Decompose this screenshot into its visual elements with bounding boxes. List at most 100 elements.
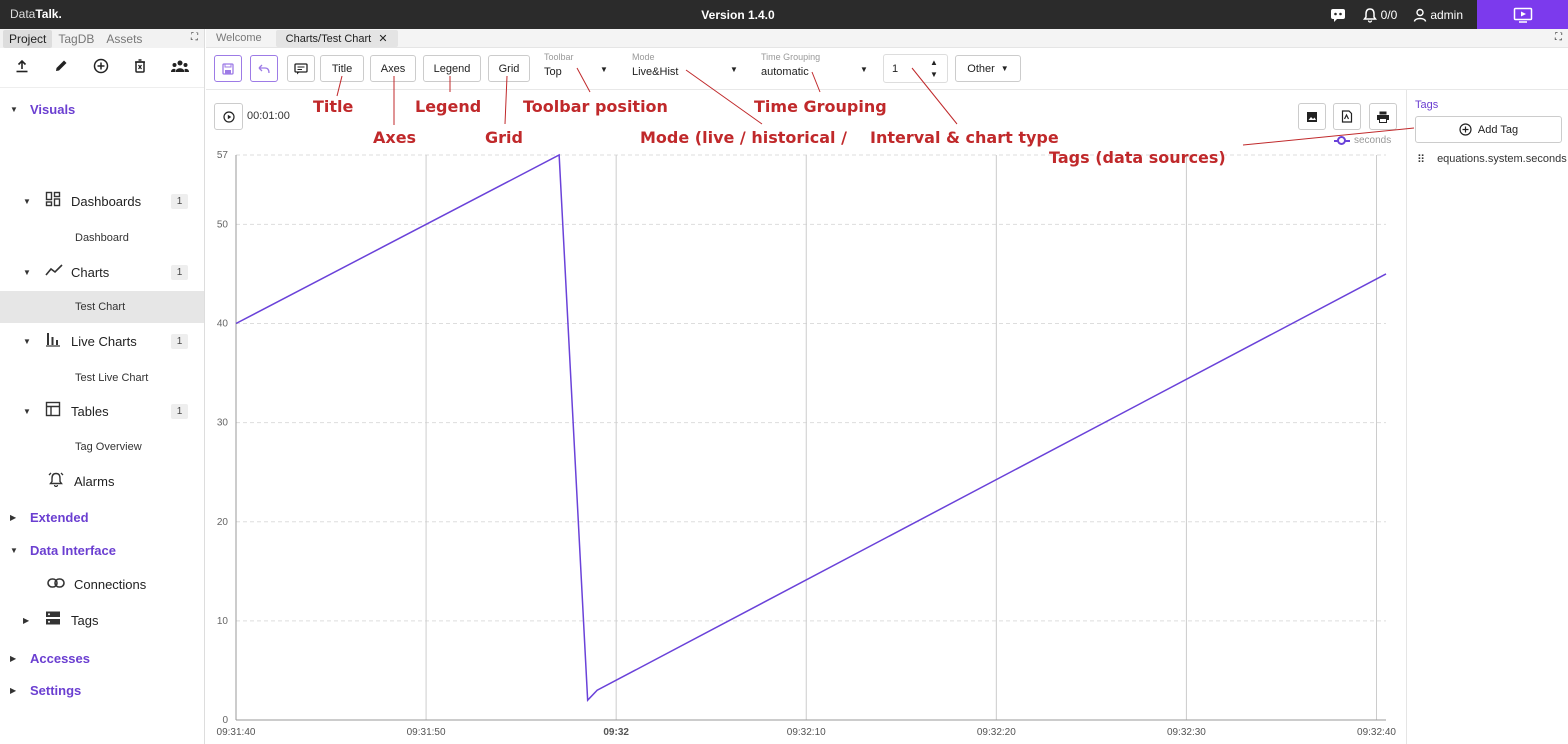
upload-icon[interactable] — [15, 59, 29, 76]
present-icon — [1513, 7, 1532, 23]
line-chart: 0 10 20 30 40 50 57 09:31:40 09:31:50 09:32 09:32:… — [217, 150, 1397, 738]
annotation-axes: Axes — [373, 128, 417, 147]
document-tabs: Welcome Charts/Test Chart ✕ ⛶ — [206, 29, 1568, 48]
y-tick-label: 50 — [217, 219, 229, 230]
tree-section-settings[interactable]: ▶ Settings — [0, 681, 204, 699]
tree-node-tags[interactable]: ▶ Tags — [0, 609, 204, 631]
annotation-tags: Tags (data sources) — [1049, 148, 1226, 167]
dashboard-icon — [45, 191, 61, 211]
tree-section-extended[interactable]: ▶ Extended — [0, 508, 204, 526]
chevron-down-icon: ▼ — [860, 65, 868, 74]
annotation-grid: Grid — [485, 128, 523, 147]
legend-button[interactable]: Legend — [423, 55, 481, 82]
tab-test-chart[interactable]: Charts/Test Chart ✕ — [275, 29, 398, 47]
y-tick-label: 30 — [217, 418, 229, 429]
drag-handle-icon[interactable]: ⠿ — [1417, 153, 1425, 166]
tree-item-test-live-chart[interactable]: Test Live Chart — [0, 370, 204, 386]
save-icon — [222, 62, 234, 75]
chevron-down-icon: ▼ — [600, 65, 608, 74]
tree-item-tag-overview[interactable]: Tag Overview — [0, 439, 204, 455]
x-tick-label: 09:32:10 — [787, 727, 826, 738]
tag-list-item[interactable]: ⠿ equations.system.seconds — [1417, 153, 1567, 166]
tags-panel: Tags Add Tag ⠿ equations.system.seconds — [1406, 90, 1568, 744]
user-menu[interactable]: admin — [1413, 8, 1463, 22]
charts-count: 1 — [171, 264, 188, 280]
alarm-bell-icon — [1362, 8, 1377, 23]
user-icon — [1414, 8, 1427, 22]
expand-icon[interactable]: ⛶ — [1555, 32, 1562, 43]
annotation-toolbar-position: Toolbar position — [523, 97, 668, 116]
annotation-mode: Mode (live / historical / — [640, 128, 847, 147]
tab-tagdb[interactable]: TagDB — [52, 30, 100, 48]
time-grouping-select[interactable]: Time Grouping automatic ▼ — [753, 52, 877, 84]
tree-section-data-interface[interactable]: ▼ Data Interface — [0, 541, 204, 559]
alarm-indicator[interactable]: 0/0 — [1362, 7, 1397, 23]
other-menu-button[interactable]: Other ▼ — [955, 55, 1021, 82]
interval-stepper[interactable]: 1 ▲ ▼ — [883, 54, 948, 83]
dashboards-count: 1 — [171, 193, 188, 209]
tree-node-alarms[interactable]: Alarms — [0, 470, 204, 492]
alarm-icon — [47, 471, 65, 491]
annotation-legend: Legend — [415, 97, 482, 116]
y-tick-label: 40 — [217, 319, 229, 330]
x-tick-label: 09:31:50 — [407, 727, 446, 738]
comment-icon — [294, 62, 308, 74]
sidebar: Project TagDB Assets ⛶ ▼ Visuals ▼ Dashb… — [0, 29, 205, 744]
grid-button[interactable]: Grid — [488, 55, 530, 82]
tree-section-accesses[interactable]: ▶ Accesses — [0, 649, 204, 667]
tree-node-live-charts[interactable]: ▼ Live Charts 1 — [0, 330, 204, 352]
add-tag-button[interactable]: Add Tag — [1415, 116, 1562, 143]
annotation-title: Title — [313, 97, 354, 116]
stepper-down-icon[interactable]: ▼ — [930, 70, 938, 79]
chat-icon[interactable] — [1330, 8, 1346, 22]
add-circle-icon — [1459, 123, 1472, 136]
chevron-down-icon: ▼ — [730, 65, 738, 74]
chart-area: 00:01:00 seconds 0 10 20 30 40 50 57 09:31:40 09… — [206, 90, 1406, 744]
y-tick-label: 57 — [217, 150, 229, 161]
tags-title: Tags — [1415, 99, 1439, 111]
tab-assets[interactable]: Assets — [100, 30, 148, 48]
mode-select[interactable]: Mode Live&Hist ▼ — [624, 52, 746, 84]
save-button[interactable] — [214, 55, 242, 82]
undo-button[interactable] — [250, 55, 278, 82]
tag-name: equations.system.seconds — [1437, 153, 1567, 165]
axes-button[interactable]: Axes — [370, 55, 416, 82]
delete-icon[interactable] — [134, 59, 146, 76]
tree-item-dashboard[interactable]: Dashboard — [0, 230, 204, 246]
table-icon — [45, 401, 61, 421]
user-name: admin — [1430, 8, 1463, 22]
tree-node-connections[interactable]: Connections — [0, 573, 204, 595]
toolbar-position-select[interactable]: Toolbar Top ▼ — [536, 52, 618, 84]
y-tick-label: 20 — [217, 517, 229, 528]
title-button[interactable]: Title — [320, 55, 364, 82]
add-circle-icon[interactable] — [93, 58, 109, 77]
tables-count: 1 — [171, 403, 188, 419]
comment-button[interactable] — [287, 55, 315, 82]
x-tick-label: 09:32:30 — [1167, 727, 1206, 738]
server-icon — [45, 610, 61, 630]
y-tick-label: 0 — [222, 715, 228, 726]
edit-icon[interactable] — [54, 59, 68, 76]
caret-down-icon: ▼ — [1000, 64, 1009, 73]
tab-welcome[interactable]: Welcome — [206, 30, 272, 46]
users-icon[interactable] — [171, 59, 190, 76]
collapse-icon[interactable]: ⛶ — [191, 32, 198, 43]
series-line-seconds — [235, 153, 1387, 702]
tree-item-test-chart[interactable]: Test Chart — [0, 291, 204, 323]
live-charts-count: 1 — [171, 333, 188, 349]
tree-section-visuals[interactable]: ▼ Visuals — [0, 100, 204, 118]
annotation-time-grouping: Time Grouping — [754, 97, 887, 116]
tree-node-tables[interactable]: ▼ Tables 1 — [0, 400, 204, 422]
presentation-button[interactable] — [1477, 0, 1568, 29]
bar-chart-icon — [45, 331, 61, 351]
chart-toolbar: Title Axes Legend Grid Toolbar Top ▼ Mod… — [206, 48, 1568, 90]
line-chart-icon — [45, 263, 63, 281]
tree-node-dashboards[interactable]: ▼ Dashboards 1 — [0, 190, 204, 212]
link-icon — [47, 576, 65, 593]
x-tick-label: 09:32:40 — [1357, 727, 1396, 738]
undo-icon — [258, 64, 270, 73]
close-tab-icon[interactable]: ✕ — [378, 33, 387, 45]
tab-project[interactable]: Project — [3, 29, 53, 48]
tree-node-charts[interactable]: ▼ Charts 1 — [0, 261, 204, 283]
stepper-up-icon[interactable]: ▲ — [930, 58, 938, 67]
